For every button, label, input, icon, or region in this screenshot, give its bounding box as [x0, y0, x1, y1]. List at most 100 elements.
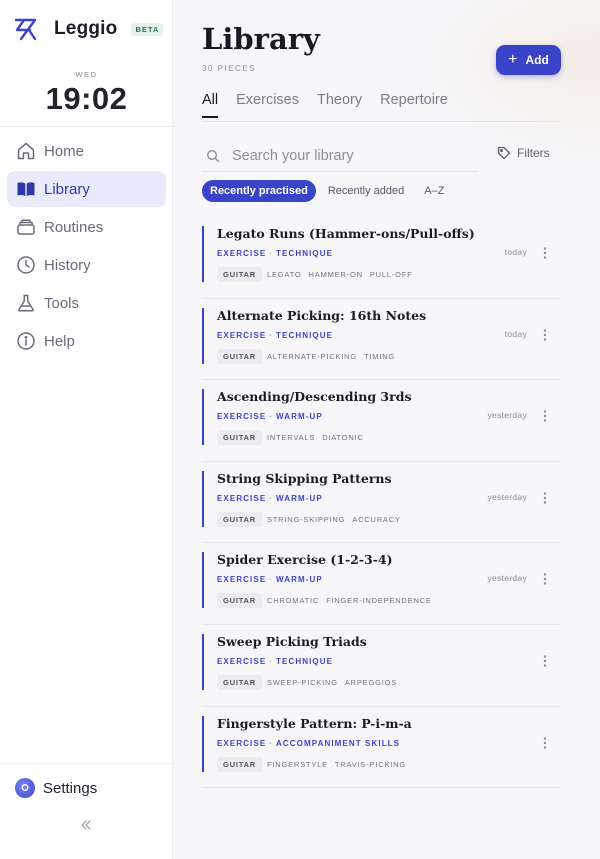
clock-icon: [16, 255, 36, 275]
sort-recently-practised[interactable]: Recently practised: [202, 180, 316, 202]
sidebar-item-label: Tools: [44, 294, 80, 312]
piece-meta: EXERCISE · WARM-UP: [217, 412, 323, 421]
more-options-icon[interactable]: [542, 328, 548, 342]
list-item[interactable]: Spider Exercise (1-2-3-4) EXERCISE · WARM-…: [202, 543, 560, 625]
last-practised: today: [504, 328, 527, 339]
piece-type: EXERCISE: [217, 656, 267, 666]
instrument-badge: GUITAR: [217, 593, 262, 609]
piece-title: Fingerstyle Pattern: P-i-m-a: [217, 715, 412, 731]
book-icon: [16, 179, 36, 199]
accent-bar: [202, 633, 204, 690]
brand-name: Leggio: [54, 18, 118, 39]
filters-button[interactable]: Filters: [497, 146, 550, 160]
sidebar-divider: [0, 763, 173, 764]
separator-dot: ·: [269, 412, 274, 422]
piece-category: TECHNIQUE: [276, 330, 334, 340]
tab-theory[interactable]: Theory: [317, 92, 362, 118]
tab-exercises[interactable]: Exercises: [236, 92, 299, 118]
piece-title: Spider Exercise (1-2-3-4): [217, 552, 393, 568]
piece-tag: CHROMATIC: [267, 596, 320, 606]
filters-label: Filters: [517, 146, 550, 160]
avatar: [15, 778, 35, 798]
collapse-sidebar-icon[interactable]: [78, 817, 94, 833]
sidebar-item-label: Routines: [44, 218, 104, 236]
more-options-icon[interactable]: [542, 491, 548, 505]
page-title: Library: [202, 22, 320, 56]
piece-category: WARM-UP: [276, 493, 323, 503]
piece-meta: EXERCISE · WARM-UP: [217, 575, 323, 584]
last-practised: yesterday: [487, 410, 527, 421]
sidebar-item-home[interactable]: Home: [7, 133, 166, 169]
accent-bar: [202, 552, 204, 609]
accent-bar: [202, 470, 204, 527]
sidebar-item-label: Help: [44, 332, 75, 350]
separator-dot: ·: [269, 249, 274, 258]
list-item[interactable]: Sweep Picking Triads EXERCISE · TECHNIQUE …: [202, 625, 560, 707]
piece-title: Sweep Picking Triads: [217, 633, 367, 649]
accent-bar: [202, 389, 204, 446]
piece-meta: EXERCISE · TECHNIQUE: [217, 657, 333, 666]
last-practised: yesterday: [487, 491, 527, 502]
search-icon: [206, 149, 220, 163]
piece-tag: DIATONIC: [322, 433, 364, 443]
tabs-divider: [202, 121, 560, 122]
search-bar: [202, 140, 478, 172]
tab-repertoire[interactable]: Repertoire: [380, 92, 448, 118]
separator-dot: ·: [269, 656, 274, 666]
sidebar-item-label: Home: [44, 142, 85, 160]
piece-tag: LEGATO: [267, 270, 302, 279]
piece-tag: ALTERNATE-PICKING: [267, 351, 357, 361]
sort-recently-added[interactable]: Recently added: [320, 180, 412, 202]
settings-button[interactable]: Settings: [15, 778, 97, 798]
flask-icon: [16, 293, 36, 313]
main-content: Library 30 PIECES + Add All Exercises Th…: [174, 0, 600, 859]
more-options-icon[interactable]: [542, 736, 548, 750]
settings-label: Settings: [43, 779, 98, 797]
piece-tag: HAMMER-ON: [308, 270, 363, 279]
piece-type: EXERCISE: [217, 575, 267, 585]
list-item[interactable]: String Skipping Patterns EXERCISE · WARM-U…: [202, 462, 560, 544]
more-options-icon[interactable]: [542, 572, 548, 586]
stack-icon: [16, 217, 36, 237]
more-options-icon[interactable]: [542, 654, 548, 668]
piece-tag: ARPEGGIOS: [344, 677, 398, 687]
beta-badge: BETA: [131, 22, 164, 36]
instrument-badge: GUITAR: [217, 511, 262, 527]
add-label: Add: [525, 53, 549, 67]
piece-tag: TIMING: [364, 351, 396, 361]
separator-dot: ·: [269, 738, 274, 748]
add-button[interactable]: + Add: [496, 45, 561, 75]
instrument-badge: GUITAR: [217, 267, 262, 282]
list-item[interactable]: Alternate Picking: 16th Notes EXERCISE · T…: [202, 299, 560, 381]
accent-bar: [202, 226, 204, 282]
leggio-logo-icon: [12, 15, 40, 43]
last-practised: today: [504, 247, 527, 257]
piece-tag: TRAVIS-PICKING: [334, 759, 406, 769]
accent-bar: [202, 307, 204, 364]
more-options-icon[interactable]: [542, 246, 548, 260]
sidebar-item-routines[interactable]: Routines: [7, 209, 166, 245]
search-input[interactable]: [232, 147, 462, 164]
piece-count: 30 PIECES: [202, 64, 256, 73]
piece-tag: FINGER-INDEPENDENCE: [326, 596, 432, 606]
piece-title: Ascending/Descending 3rds: [217, 389, 412, 405]
home-icon: [16, 141, 36, 161]
sidebar-item-history[interactable]: History: [7, 247, 166, 283]
sidebar-item-help[interactable]: Help: [7, 323, 166, 359]
brand[interactable]: Leggio BETA: [12, 14, 164, 44]
more-options-icon[interactable]: [542, 409, 548, 423]
list-item[interactable]: Fingerstyle Pattern: P-i-m-a EXERCISE · AC…: [202, 707, 560, 789]
sidebar-item-library[interactable]: Library: [7, 171, 166, 207]
piece-title: Alternate Picking: 16th Notes: [217, 307, 427, 323]
library-list: Legato Runs (Hammer-ons/Pull-offs) EXERC…: [202, 217, 560, 789]
piece-tag: SWEEP-PICKING: [267, 677, 338, 687]
list-item[interactable]: Ascending/Descending 3rds EXERCISE · WARM-…: [202, 380, 560, 462]
sidebar-item-tools[interactable]: Tools: [7, 285, 166, 321]
sort-a-z[interactable]: A–Z: [416, 180, 452, 202]
clock-day: WED: [75, 70, 98, 79]
piece-category: WARM-UP: [276, 575, 323, 585]
tab-all[interactable]: All: [202, 92, 219, 118]
piece-category: WARM-UP: [276, 412, 323, 422]
list-item[interactable]: Legato Runs (Hammer-ons/Pull-offs) EXERC…: [202, 217, 560, 299]
piece-tags: GUITAR CHROMATIC FINGER-INDEPENDENCE: [217, 593, 439, 609]
